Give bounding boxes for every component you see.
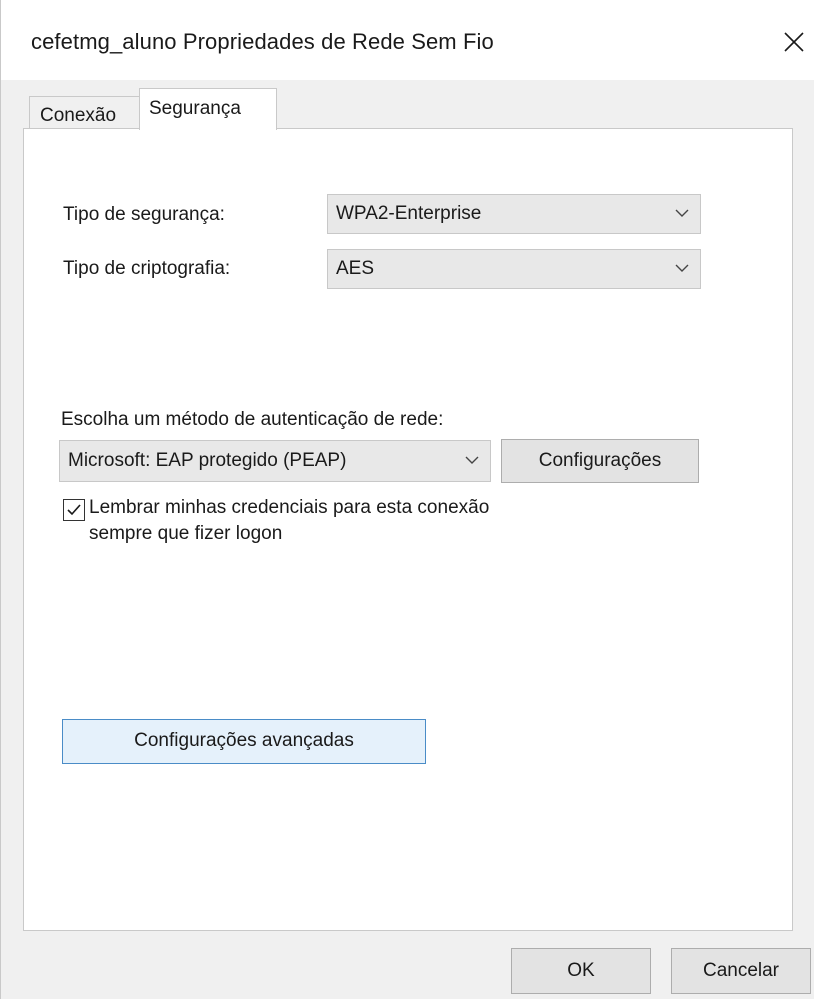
- encryption-type-label: Tipo de criptografia:: [63, 258, 231, 279]
- auth-method-value: Microsoft: EAP protegido (PEAP): [68, 450, 347, 471]
- advanced-settings-button[interactable]: Configurações avançadas: [62, 719, 426, 764]
- remember-credentials-checkbox[interactable]: [63, 499, 85, 521]
- auth-settings-button[interactable]: Configurações: [501, 439, 699, 483]
- ok-button[interactable]: OK: [511, 948, 651, 994]
- remember-credentials-label-line1: Lembrar minhas credenciais para esta con…: [89, 497, 490, 518]
- auth-method-label: Escolha um método de autenticação de red…: [61, 409, 444, 430]
- cancel-button[interactable]: Cancelar: [671, 948, 811, 994]
- security-type-value: WPA2-Enterprise: [336, 203, 482, 224]
- cancel-button-label: Cancelar: [702, 960, 780, 981]
- encryption-type-value: AES: [336, 258, 375, 279]
- security-type-label: Tipo de segurança:: [63, 204, 225, 225]
- remember-credentials-label-line2: sempre que fizer logon: [89, 523, 283, 544]
- checkmark-icon: [67, 504, 81, 516]
- tab-conexao-label: Conexão: [40, 105, 117, 126]
- close-icon: [784, 32, 804, 52]
- ok-button-label: OK: [567, 960, 595, 981]
- tab-seguranca-label: Segurança: [149, 98, 241, 119]
- properties-dialog: cefetmg_aluno Propriedades de Rede Sem F…: [0, 0, 814, 999]
- chevron-down-icon: [465, 456, 479, 464]
- auth-method-select[interactable]: Microsoft: EAP protegido (PEAP): [59, 440, 491, 482]
- window-title: cefetmg_aluno Propriedades de Rede Sem F…: [31, 29, 494, 54]
- encryption-type-select[interactable]: AES: [327, 249, 701, 289]
- title-bar: cefetmg_aluno Propriedades de Rede Sem F…: [1, 0, 814, 80]
- chevron-down-icon: [675, 264, 689, 272]
- advanced-settings-button-label: Configurações avançadas: [134, 730, 354, 751]
- close-button[interactable]: [775, 22, 814, 62]
- chevron-down-icon: [675, 209, 689, 217]
- auth-settings-button-label: Configurações: [538, 450, 662, 471]
- security-type-select[interactable]: WPA2-Enterprise: [327, 194, 701, 234]
- tab-seguranca[interactable]: Segurança: [139, 88, 277, 130]
